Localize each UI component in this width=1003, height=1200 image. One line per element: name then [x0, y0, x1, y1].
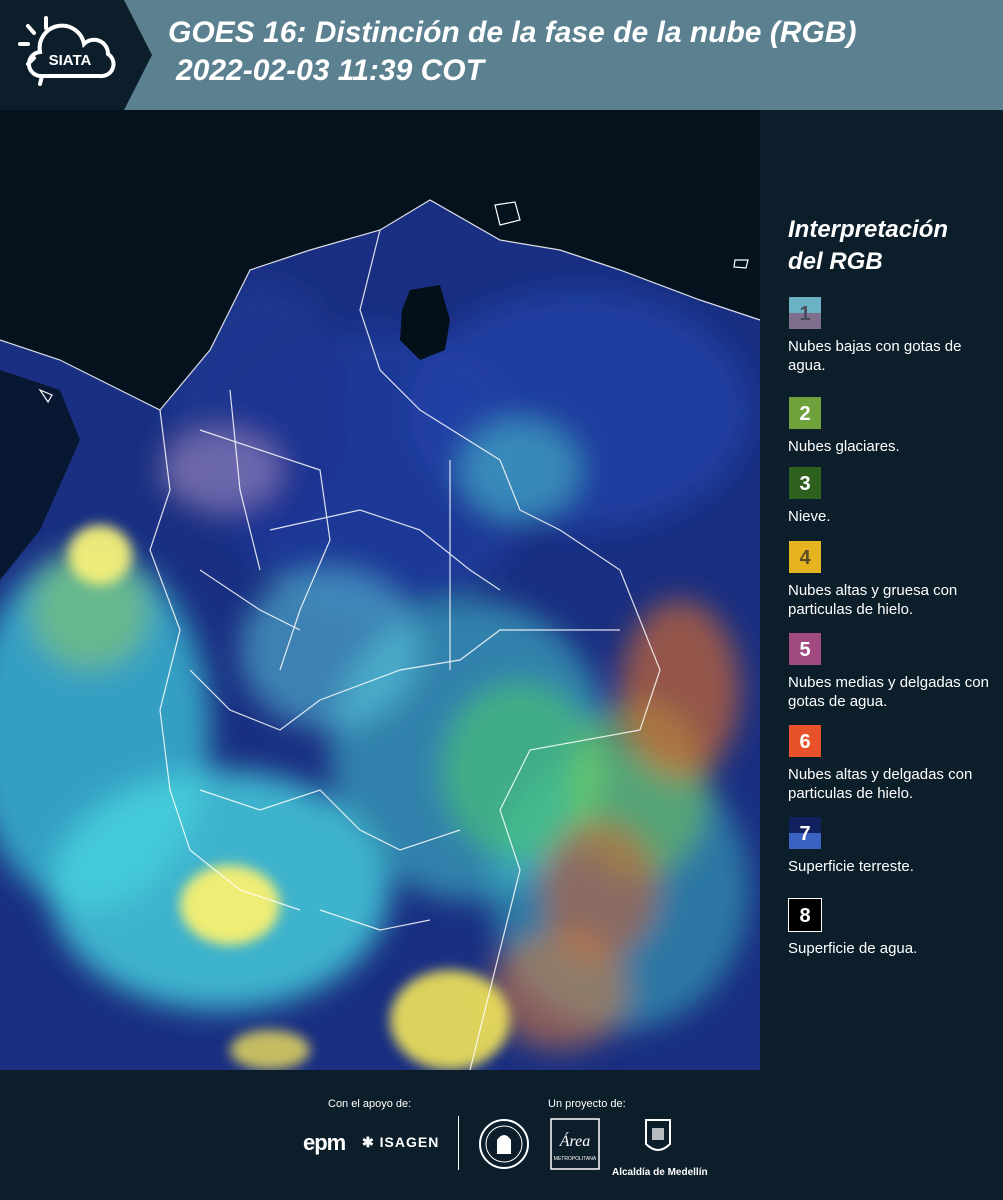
svg-text:SIATA: SIATA [49, 52, 92, 69]
legend-swatch: 6 [788, 724, 822, 758]
legend-item: 5 Nubes medias y delgadas con gotas de ag… [788, 632, 998, 711]
legend-number: 6 [799, 731, 811, 753]
legend-item: 3 Nieve. [788, 466, 998, 526]
legend-number: 3 [799, 473, 811, 495]
legend-item: 8 Superficie de agua. [788, 898, 998, 958]
legend-number: 5 [799, 639, 811, 661]
isagen-symbol-icon: ✱ [362, 1134, 375, 1150]
legend-swatch: 5 [788, 632, 822, 666]
legend-swatch: 8 [788, 898, 822, 932]
legend-item: 4 Nubes altas y gruesa con particulas de … [788, 540, 998, 619]
title-line-1: GOES 16: Distinción de la fase de la nub… [168, 16, 857, 49]
legend-item: 1 Nubes bajas con gotas de agua. [788, 296, 998, 375]
legend-text: Superficie de agua. [788, 940, 918, 957]
isagen-text: ISAGEN [379, 1134, 440, 1150]
isagen-logo: ✱ ISAGEN [362, 1134, 439, 1151]
legend-title-line-1: Interpretación [788, 216, 949, 243]
legend-number: 8 [799, 905, 811, 927]
legend-title: Interpretación del RGB [788, 214, 948, 278]
epm-logo: epm [303, 1130, 346, 1155]
legend-item: 7 Superficie terreste. [788, 816, 998, 876]
legend-text: Nubes medias y delgadas con gotas de agu… [788, 674, 989, 710]
legend-item: 6 Nubes altas y delgadas con particulas d… [788, 724, 998, 803]
support-label: Con el apoyo de: [328, 1098, 412, 1110]
legend-number: 2 [799, 403, 811, 425]
legend-text: Nubes glaciares. [788, 438, 900, 455]
svg-text:Área: Área [559, 1131, 591, 1150]
header: SIATA GOES 16: Distinción de la fase de … [0, 0, 1003, 110]
footer-divider [458, 1116, 459, 1170]
alcaldia-label: Alcaldía de Medellín [612, 1167, 708, 1178]
alcaldia-logo: Alcaldía de Medellín [612, 1118, 708, 1178]
legend-swatch: 7 [788, 816, 822, 850]
legend-text: Superficie terreste. [788, 858, 914, 875]
svg-text:METROPOLITANA: METROPOLITANA [554, 1156, 597, 1162]
legend-swatch: 1 [788, 296, 822, 330]
legend-swatch: 2 [788, 396, 822, 430]
legend-panel: Interpretación del RGB 1 Nubes bajas con … [760, 110, 1003, 1070]
legend-swatch: 4 [788, 540, 822, 574]
legend-item: 2 Nubes glaciares. [788, 396, 998, 456]
legend-text: Nubes altas y delgadas con particulas de… [788, 766, 973, 802]
legend-number: 1 [799, 303, 811, 325]
legend-number: 7 [799, 823, 811, 845]
title-line-2: 2022-02-03 11:39 COT [176, 54, 484, 87]
page-title: GOES 16: Distinción de la fase de la nub… [168, 14, 856, 90]
footer: Con el apoyo de: Un proyecto de: epm ✱ I… [0, 1070, 1003, 1200]
seal-icon [479, 1119, 529, 1169]
map-image [0, 110, 760, 1070]
legend-text: Nubes altas y gruesa con particulas de h… [788, 582, 958, 618]
area-metropolitana-icon: Área METROPOLITANA [550, 1118, 600, 1170]
logo-panel: SIATA [0, 0, 152, 110]
legend-swatch: 3 [788, 466, 822, 500]
project-label: Un proyecto de: [548, 1098, 626, 1110]
legend-title-line-2: del RGB [788, 248, 883, 275]
alcaldia-shield-icon [645, 1119, 671, 1151]
legend-text: Nieve. [788, 508, 831, 525]
satellite-map [0, 110, 760, 1070]
legend-text: Nubes bajas con gotas de agua. [788, 338, 962, 374]
area-metropolitana-logo: Área METROPOLITANA [550, 1118, 600, 1175]
legend-number: 4 [799, 547, 811, 569]
siata-logo-icon: SIATA [18, 16, 116, 86]
